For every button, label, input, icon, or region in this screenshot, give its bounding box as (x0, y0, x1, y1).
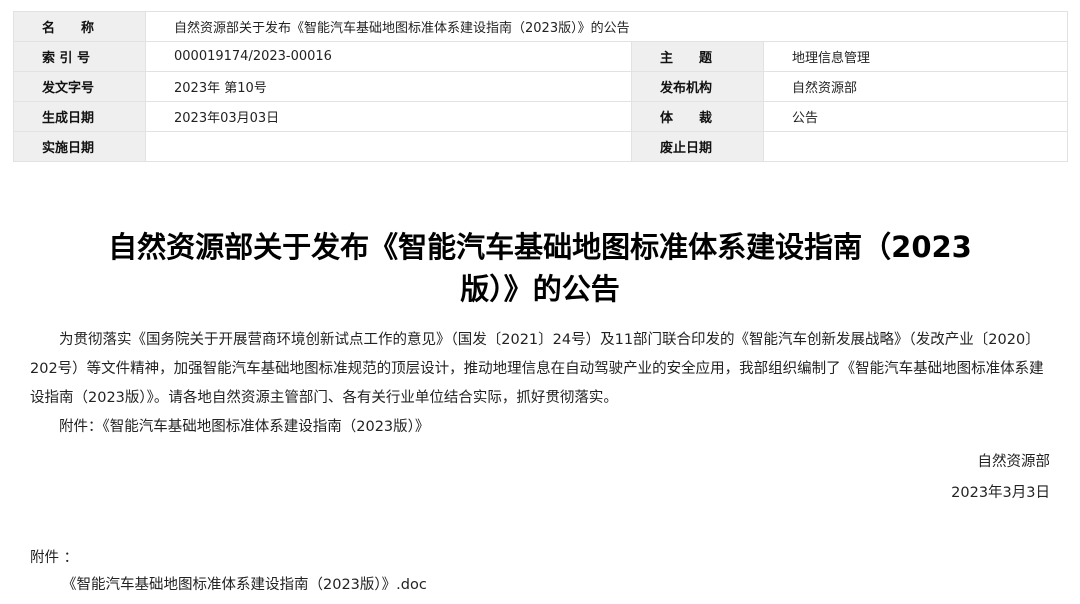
issuer-label: 发布机构 (631, 71, 764, 102)
article-title: 自然资源部关于发布《智能汽车基础地图标准体系建设指南（2023版）》的公告 (108, 230, 972, 306)
index-value: 000019174/2023-00016 (145, 41, 632, 72)
meta-row-date: 生成日期 2023年03月03日 体 裁 公告 (13, 101, 1068, 132)
attachments-label: 附件 ： (30, 550, 79, 566)
genre-label: 体 裁 (631, 101, 764, 132)
genre-value: 公告 (763, 101, 1068, 132)
doc-no-label: 发文字号 (13, 71, 146, 102)
meta-row-name: 名 称 自然资源部关于发布《智能汽车基础地图标准体系建设指南（2023版）》的公… (13, 11, 1068, 42)
name-value: 自然资源部关于发布《智能汽车基础地图标准体系建设指南（2023版）》的公告 (145, 11, 1068, 42)
index-label: 索 引 号 (13, 41, 146, 72)
signature-date: 2023年3月3日 (951, 485, 1050, 501)
effective-value (145, 131, 632, 162)
date-value: 2023年03月03日 (145, 101, 632, 132)
meta-row-docno: 发文字号 2023年 第10号 发布机构 自然资源部 (13, 71, 1068, 102)
signature-org: 自然资源部 (977, 454, 1051, 470)
metadata-table: 名 称 自然资源部关于发布《智能汽车基础地图标准体系建设指南（2023版）》的公… (13, 11, 1068, 162)
abolish-value (763, 131, 1068, 162)
meta-row-index: 索 引 号 000019174/2023-00016 主 题 地理信息管理 (13, 41, 1068, 72)
issuer-value: 自然资源部 (763, 71, 1068, 102)
article-body: 为贯彻落实《国务院关于开展营商环境创新试点工作的意见》（国发〔2021〕24号）… (30, 326, 1052, 442)
article-attachment-note: 附件：《智能汽车基础地图标准体系建设指南（2023版）》 (59, 419, 430, 435)
effective-label: 实施日期 (13, 131, 146, 162)
doc-no-value: 2023年 第10号 (145, 71, 632, 102)
name-label: 名 称 (13, 11, 146, 42)
abolish-label: 废止日期 (631, 131, 764, 162)
attachment-file-link[interactable]: 《智能汽车基础地图标准体系建设指南（2023版）》.doc (62, 573, 427, 594)
date-label: 生成日期 (13, 101, 146, 132)
subject-value: 地理信息管理 (763, 41, 1068, 72)
article-paragraph: 为贯彻落实《国务院关于开展营商环境创新试点工作的意见》（国发〔2021〕24号）… (30, 332, 1044, 406)
subject-label: 主 题 (631, 41, 764, 72)
meta-row-effective: 实施日期 废止日期 (13, 131, 1068, 162)
